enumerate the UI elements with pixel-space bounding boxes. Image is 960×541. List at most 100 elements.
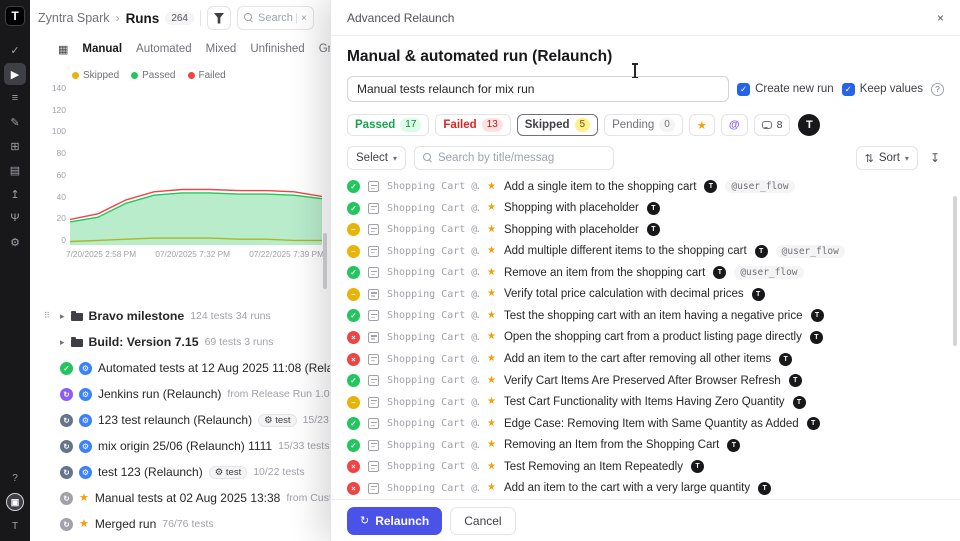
sidebar-icon[interactable]: ⚙: [4, 231, 26, 253]
chevron-right-icon[interactable]: ▸: [60, 337, 65, 348]
test-row[interactable]: Shopping Cart @… ★ Shopping with placeho…: [347, 198, 944, 220]
sidebar-icon[interactable]: ▤: [4, 159, 26, 181]
run-row[interactable]: ⠿ ▸ Build: Version 7.15 69 tests 3 runs: [30, 329, 330, 355]
sort-dropdown[interactable]: ⇅ Sort ▾: [856, 146, 918, 170]
runs-search-input[interactable]: [258, 12, 297, 24]
run-row[interactable]: ⠿ ▸ Bravo milestone 124 tests 34 runs: [30, 303, 330, 329]
test-status-icon: [347, 439, 360, 452]
sidebar-icon[interactable]: ⊞: [4, 135, 26, 157]
cancel-button[interactable]: Cancel: [450, 507, 515, 535]
run-row[interactable]: ⠿ ▸ Merged run 76/76 tests: [30, 511, 330, 537]
test-tag: @user_flow: [776, 245, 845, 258]
tests-search-input[interactable]: [438, 152, 605, 164]
test-row[interactable]: Shopping Cart @… ★ Add multiple differen…: [347, 241, 944, 263]
assignee-avatar: T: [779, 353, 792, 366]
run-type-icon: [71, 313, 83, 321]
run-name-input[interactable]: [347, 76, 729, 102]
y-tick-label: 0: [61, 235, 66, 245]
relaunch-label: Relaunch: [375, 514, 429, 528]
test-row[interactable]: Shopping Cart @… ★ Remove an item from t…: [347, 262, 944, 284]
test-row[interactable]: Shopping Cart @… ★ Verify total price ca…: [347, 284, 944, 306]
test-row[interactable]: Shopping Cart @… ★ Add an item to the ca…: [347, 348, 944, 370]
help-icon[interactable]: ?: [931, 83, 944, 96]
calendar-icon: [368, 310, 379, 321]
user-avatar[interactable]: T: [798, 114, 820, 136]
run-type-icon: [79, 493, 89, 504]
download-icon[interactable]: ↧: [926, 151, 944, 165]
test-row[interactable]: Shopping Cart @… ★ Verify Cart Items Are…: [347, 370, 944, 392]
chart-canvas: [70, 83, 322, 245]
test-row[interactable]: Shopping Cart @… ★ Removing an Item from…: [347, 434, 944, 456]
run-row[interactable]: ⠿ ▸ Jenkins run (Relaunch) from Release …: [30, 381, 330, 407]
advanced-relaunch-modal: Advanced Relaunch × Manual & automated r…: [330, 0, 960, 541]
tab[interactable]: Manual: [82, 43, 122, 55]
run-row[interactable]: ⠿ ▸ Automated tests at 12 Aug 2025 11:08…: [30, 355, 330, 381]
mention-filter-chip[interactable]: @: [721, 114, 748, 136]
sidebar-icon[interactable]: Ψ: [4, 207, 26, 229]
x-tick-label: 07/22/2025 7:39 PM: [249, 249, 324, 259]
breadcrumb-brand[interactable]: Zyntra Spark: [38, 11, 110, 25]
run-type-icon: [79, 519, 89, 530]
runs-count-badge: 264: [165, 12, 194, 25]
run-row[interactable]: ⠿ ▸ Manual tests at 02 Aug 2025 13:38 fr…: [30, 485, 330, 511]
relaunch-button[interactable]: ↻ Relaunch: [347, 507, 442, 535]
test-title: Add an item to the cart with a very larg…: [504, 482, 750, 494]
run-row[interactable]: ⠿ ▸ 123 test relaunch (Relaunch) test 15…: [30, 407, 330, 433]
sidebar-bottom-icon[interactable]: ?: [6, 469, 24, 487]
checkbox-checked-icon: ✓: [842, 83, 855, 96]
sidebar-icon[interactable]: ✎: [4, 111, 26, 133]
view-grid-icon[interactable]: ▦: [58, 43, 68, 56]
test-row[interactable]: Shopping Cart @… ★ Test the shopping car…: [347, 305, 944, 327]
flaky-filter-chip[interactable]: ★: [689, 114, 715, 136]
comments-filter-chip[interactable]: 8: [754, 114, 791, 136]
select-dropdown[interactable]: Select ▾: [347, 146, 406, 170]
test-row[interactable]: Shopping Cart @… ★ Shopping with placeho…: [347, 219, 944, 241]
sidebar-bottom-icon[interactable]: T: [6, 517, 24, 535]
status-filter-chip[interactable]: Pending 0: [604, 114, 683, 136]
list-controls-row: Select ▾ ⇅ Sort ▾ ↧: [347, 146, 944, 170]
sidebar-bottom-icon[interactable]: ▣: [6, 493, 24, 511]
run-name: Manual tests at 02 Aug 2025 13:38: [95, 491, 280, 505]
left-panel-scrollbar[interactable]: [323, 233, 327, 289]
sidebar-icon[interactable]: ↥: [4, 183, 26, 205]
run-row[interactable]: ⠿ ▸ mix origin 25/06 (Relaunch) 1111 15/…: [30, 433, 330, 459]
tab[interactable]: Mixed: [206, 43, 237, 55]
chip-label: Skipped: [525, 119, 570, 131]
create-new-run-checkbox[interactable]: ✓ Create new run: [737, 83, 834, 96]
test-list-scrollbar[interactable]: [953, 196, 957, 346]
sidebar-icon[interactable]: ▶: [4, 63, 26, 85]
assignee-avatar: T: [755, 245, 768, 258]
assignee-avatar: T: [704, 180, 717, 193]
sidebar-icon[interactable]: ≡: [4, 87, 26, 109]
test-row[interactable]: Shopping Cart @… ★ Add a single item to …: [347, 176, 944, 198]
test-row[interactable]: Shopping Cart @… ★ Add an item to the ca…: [347, 477, 944, 499]
sidebar-icon[interactable]: ✓: [4, 39, 26, 61]
run-status-icon: [60, 362, 73, 375]
test-status-icon: [347, 417, 360, 430]
close-icon[interactable]: ×: [937, 11, 944, 25]
filter-button[interactable]: [207, 6, 231, 30]
run-row[interactable]: ⠿ ▸ test 123 (Relaunch) test 10/22 tests: [30, 459, 330, 485]
tab[interactable]: Automated: [136, 43, 192, 55]
status-filter-chip[interactable]: Failed 13: [435, 114, 510, 136]
y-tick-label: 80: [57, 148, 66, 158]
status-filter-chip[interactable]: Passed 17: [347, 114, 429, 136]
test-row[interactable]: Shopping Cart @… ★ Edge Case: Removing I…: [347, 413, 944, 435]
chip-count-badge: 5: [575, 118, 591, 132]
test-row[interactable]: Shopping Cart @… ★ Open the shopping car…: [347, 327, 944, 349]
keep-values-checkbox[interactable]: ✓ Keep values: [842, 83, 923, 96]
drag-handle-icon[interactable]: ⠿: [44, 311, 50, 320]
app-logo[interactable]: T: [5, 6, 25, 26]
test-row[interactable]: Shopping Cart @… ★ Test Removing an Item…: [347, 456, 944, 478]
app-root: T ✓ ▶ ≡ ✎ ⊞ ▤ ↥ Ψ ⚙: [0, 0, 960, 541]
tests-search[interactable]: [414, 146, 614, 170]
comment-count: 8: [777, 119, 783, 131]
tab[interactable]: Unfinished: [250, 43, 304, 55]
chevron-right-icon[interactable]: ▸: [60, 311, 65, 322]
status-filter-chip[interactable]: Skipped 5: [517, 114, 598, 136]
runs-search[interactable]: ×: [237, 6, 314, 30]
assignee-avatar: T: [811, 309, 824, 322]
clear-search-icon[interactable]: ×: [301, 13, 307, 24]
run-origin: from Release Run 1.0: [227, 388, 329, 400]
test-row[interactable]: Shopping Cart @… ★ Test Cart Functionali…: [347, 391, 944, 413]
